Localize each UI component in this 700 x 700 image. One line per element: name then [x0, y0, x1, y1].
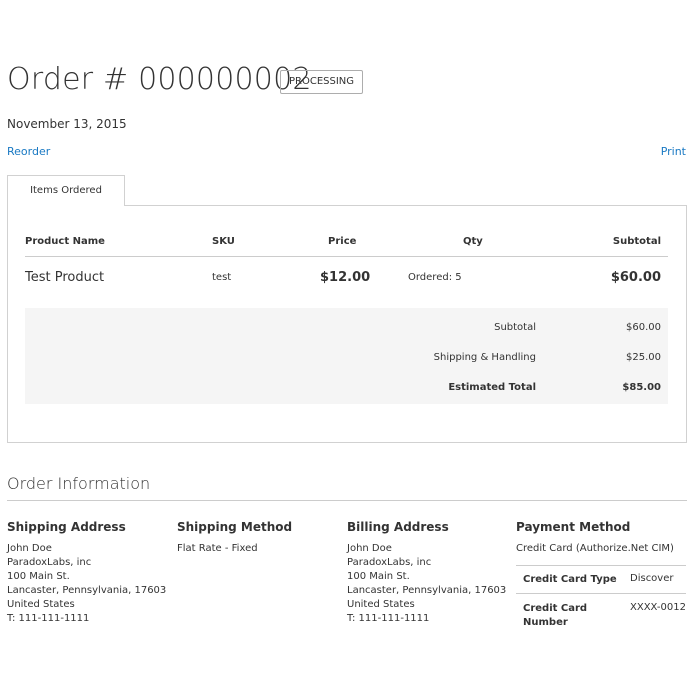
billing-address-line: United States: [347, 599, 415, 610]
billing-address-line: John Doe: [347, 543, 392, 554]
table-row: Credit Card Type Discover: [516, 565, 686, 593]
credit-card-type-value: Discover: [630, 573, 674, 584]
totals-grand-total-label: Estimated Total: [448, 382, 536, 393]
order-information-title: Order Information: [7, 474, 151, 493]
credit-card-type-label: Credit Card Type: [523, 574, 617, 585]
order-information-divider: [7, 500, 687, 501]
totals-shipping-label: Shipping & Handling: [433, 352, 536, 363]
product-sku: test: [212, 272, 232, 283]
payment-method-title: Payment Method: [516, 520, 631, 534]
column-header-subtotal: Subtotal: [612, 236, 661, 247]
shipping-method-title: Shipping Method: [177, 520, 293, 534]
page-title: Order # 000000002: [7, 62, 312, 97]
shipping-address-line: United States: [7, 599, 75, 610]
totals-subtotal-label: Subtotal: [494, 322, 536, 333]
shipping-address-line: 100 Main St.: [7, 571, 70, 582]
totals-shipping-value: $25.00: [626, 352, 661, 363]
column-header-sku: SKU: [212, 236, 235, 247]
column-header-product-name: Product Name: [25, 236, 105, 247]
table-header-divider: [25, 256, 668, 257]
shipping-address-line: Lancaster, Pennsylvania, 17603: [7, 585, 167, 596]
status-badge: PROCESSING: [280, 70, 364, 94]
column-header-qty: Qty: [463, 236, 483, 247]
credit-card-number-value: XXXX-0012: [630, 602, 686, 613]
shipping-address-title: Shipping Address: [7, 520, 126, 534]
billing-address-title: Billing Address: [347, 520, 449, 534]
credit-card-number-label: Credit Card Number: [523, 603, 588, 628]
product-subtotal: $60.00: [610, 270, 661, 285]
shipping-address-line: ParadoxLabs, inc: [7, 557, 92, 568]
product-price: $12.00: [320, 270, 371, 285]
payment-method: Credit Card (Authorize.Net CIM): [516, 542, 674, 556]
shipping-method: Flat Rate - Fixed: [177, 542, 258, 556]
billing-address-line: ParadoxLabs, inc: [347, 557, 432, 568]
totals-subtotal-value: $60.00: [626, 322, 661, 333]
product-name: Test Product: [25, 270, 105, 285]
order-totals: [25, 308, 668, 404]
shipping-method-value: Flat Rate - Fixed: [177, 543, 258, 554]
billing-address-line: T: 111-111-1111: [347, 613, 430, 624]
tab-items-ordered[interactable]: Items Ordered: [7, 175, 125, 206]
reorder-link[interactable]: Reorder: [7, 145, 50, 158]
billing-address-line: 100 Main St.: [347, 571, 410, 582]
order-date: November 13, 2015: [7, 117, 127, 131]
product-qty: Ordered: 5: [408, 272, 462, 283]
table-row: Credit Card Number XXXX-0012: [516, 593, 686, 633]
billing-address-line: Lancaster, Pennsylvania, 17603: [347, 585, 507, 596]
billing-address: John Doe ParadoxLabs, inc 100 Main St. L…: [347, 542, 506, 626]
shipping-address-line: John Doe: [7, 543, 52, 554]
shipping-address: John Doe ParadoxLabs, inc 100 Main St. L…: [7, 542, 166, 626]
print-link[interactable]: Print: [661, 145, 686, 158]
totals-grand-total-value: $85.00: [622, 382, 661, 393]
column-header-price: Price: [328, 236, 357, 247]
shipping-address-line: T: 111-111-1111: [7, 613, 90, 624]
payment-method-value: Credit Card (Authorize.Net CIM): [516, 543, 674, 554]
